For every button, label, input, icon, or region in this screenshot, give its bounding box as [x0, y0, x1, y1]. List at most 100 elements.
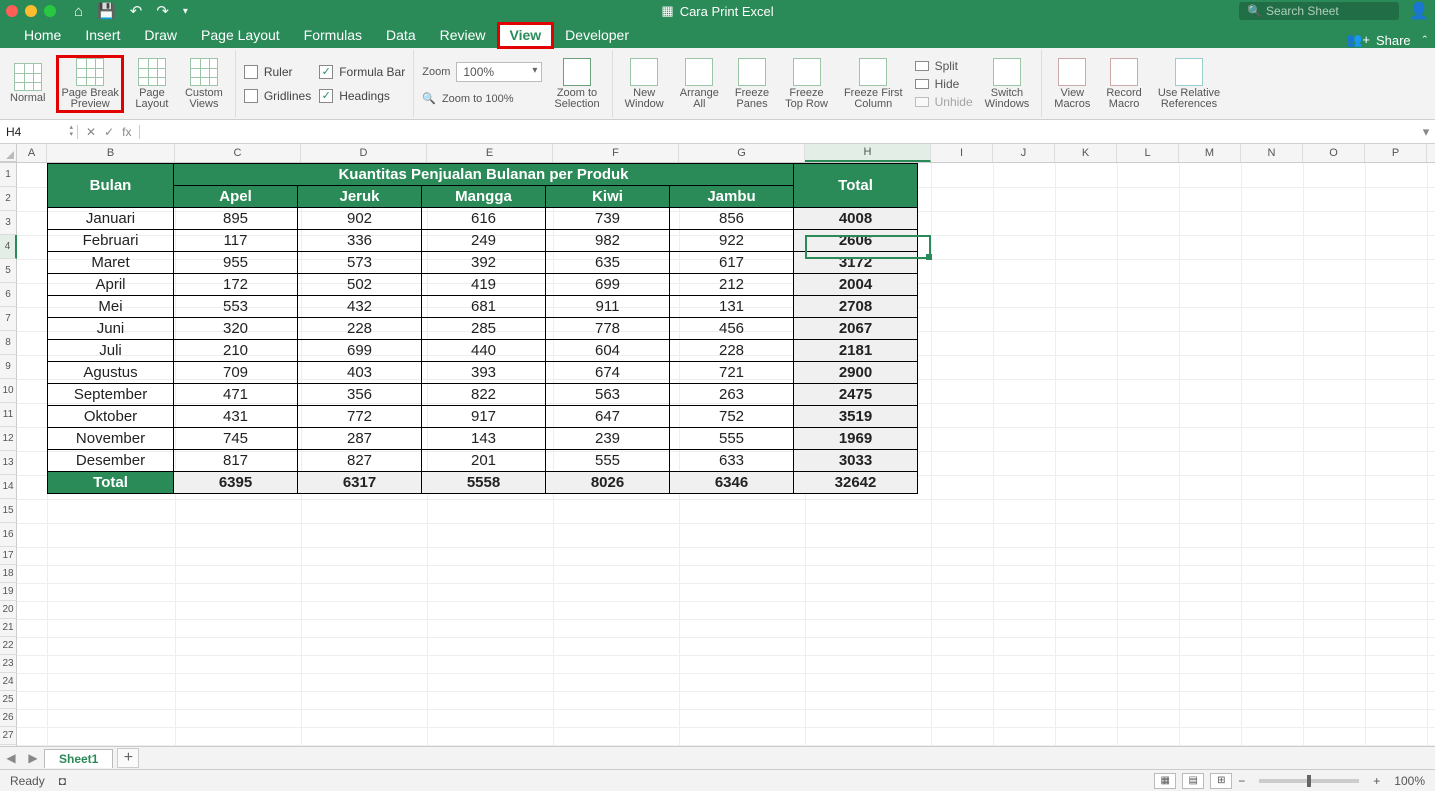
cell-value[interactable]: 635	[546, 252, 670, 274]
row-header[interactable]: 13	[0, 451, 17, 475]
cell-value[interactable]: 616	[422, 208, 546, 230]
cell-value[interactable]: 617	[670, 252, 794, 274]
add-sheet-button[interactable]: +	[117, 748, 139, 768]
row-header[interactable]: 18	[0, 565, 17, 583]
freeze-panes-button[interactable]: Freeze Panes	[731, 56, 773, 112]
name-box[interactable]: H4	[0, 125, 78, 139]
cell-col-total[interactable]: 8026	[546, 472, 670, 494]
sheet-nav-prev-icon[interactable]: ◀	[0, 751, 22, 765]
cell-value[interactable]: 817	[174, 450, 298, 472]
cell-value[interactable]: 895	[174, 208, 298, 230]
cell-value[interactable]: 172	[174, 274, 298, 296]
row-header[interactable]: 17	[0, 547, 17, 565]
cell-month[interactable]: Februari	[48, 230, 174, 252]
ribbon-tab-developer[interactable]: Developer	[553, 23, 641, 48]
split-button[interactable]: Split	[915, 59, 973, 73]
cell-month[interactable]: Oktober	[48, 406, 174, 428]
ribbon-tab-review[interactable]: Review	[428, 23, 498, 48]
cell-value[interactable]: 555	[546, 450, 670, 472]
column-header[interactable]: M	[1179, 144, 1241, 162]
zoom-dropdown[interactable]: 100%	[456, 62, 542, 82]
cell-month[interactable]: Maret	[48, 252, 174, 274]
cell-month[interactable]: April	[48, 274, 174, 296]
cell-value[interactable]: 285	[422, 318, 546, 340]
cell-month[interactable]: Agustus	[48, 362, 174, 384]
column-header[interactable]: E	[427, 144, 553, 162]
row-header[interactable]: 4	[0, 235, 17, 259]
cell-month[interactable]: Juli	[48, 340, 174, 362]
row-header[interactable]: 6	[0, 283, 17, 307]
freeze-top-row-button[interactable]: Freeze Top Row	[781, 56, 832, 112]
cell-value[interactable]: 745	[174, 428, 298, 450]
cell-value[interactable]: 432	[298, 296, 422, 318]
cell-value[interactable]: 471	[174, 384, 298, 406]
cell-value[interactable]: 287	[298, 428, 422, 450]
cell-col-total[interactable]: 6395	[174, 472, 298, 494]
cell-value[interactable]: 263	[670, 384, 794, 406]
cell-value[interactable]: 674	[546, 362, 670, 384]
cell-value[interactable]: 822	[422, 384, 546, 406]
cell-row-total[interactable]: 3172	[794, 252, 918, 274]
cell-col-total[interactable]: 5558	[422, 472, 546, 494]
cell-value[interactable]: 721	[670, 362, 794, 384]
cell-value[interactable]: 827	[298, 450, 422, 472]
close-window-icon[interactable]	[6, 5, 18, 17]
cell-value[interactable]: 553	[174, 296, 298, 318]
cell-value[interactable]: 336	[298, 230, 422, 252]
page-break-switch-icon[interactable]: ⊞	[1210, 773, 1232, 789]
row-header[interactable]: 24	[0, 673, 17, 691]
cell-value[interactable]: 982	[546, 230, 670, 252]
zoom-100-button[interactable]: 🔍 Zoom to 100%	[422, 92, 542, 105]
save-icon[interactable]: 💾	[97, 2, 116, 20]
cell-value[interactable]: 772	[298, 406, 422, 428]
row-header[interactable]: 10	[0, 379, 17, 403]
gridlines-checkbox[interactable]: Gridlines	[244, 89, 311, 103]
cell-value[interactable]: 456	[670, 318, 794, 340]
cell-month[interactable]: Juni	[48, 318, 174, 340]
redo-icon[interactable]: ↷	[156, 2, 169, 20]
cell-value[interactable]: 201	[422, 450, 546, 472]
row-header[interactable]: 14	[0, 475, 17, 499]
zoom-in-button[interactable]: +	[1373, 774, 1380, 788]
cell-value[interactable]: 228	[670, 340, 794, 362]
ribbon-tab-draw[interactable]: Draw	[132, 23, 189, 48]
qat-dropdown-icon[interactable]: ▾	[183, 6, 188, 17]
cell-value[interactable]: 419	[422, 274, 546, 296]
cell-month[interactable]: Desember	[48, 450, 174, 472]
cancel-formula-icon[interactable]: ✕	[86, 125, 96, 139]
cell-value[interactable]: 739	[546, 208, 670, 230]
share-button[interactable]: 👥+ Share ˆ	[1346, 32, 1427, 48]
row-header[interactable]: 2	[0, 187, 17, 211]
cell-value[interactable]: 699	[298, 340, 422, 362]
cell-value[interactable]: 563	[546, 384, 670, 406]
arrange-all-button[interactable]: Arrange All	[676, 56, 723, 112]
cell-row-total[interactable]: 3519	[794, 406, 918, 428]
cell-value[interactable]: 143	[422, 428, 546, 450]
column-header[interactable]: L	[1117, 144, 1179, 162]
formula-bar-expand-icon[interactable]: ▾	[1417, 124, 1435, 140]
row-header[interactable]: 19	[0, 583, 17, 601]
row-header[interactable]: 22	[0, 637, 17, 655]
row-header[interactable]: 21	[0, 619, 17, 637]
cell-value[interactable]: 131	[670, 296, 794, 318]
zoom-to-selection-button[interactable]: Zoom to Selection	[550, 56, 603, 112]
column-header[interactable]: I	[931, 144, 993, 162]
cell-value[interactable]: 709	[174, 362, 298, 384]
column-header[interactable]: K	[1055, 144, 1117, 162]
page-layout-switch-icon[interactable]: ▤	[1182, 773, 1204, 789]
cell-value[interactable]: 856	[670, 208, 794, 230]
cell-row-total[interactable]: 2900	[794, 362, 918, 384]
column-header[interactable]: A	[17, 144, 47, 162]
row-header[interactable]: 9	[0, 355, 17, 379]
cell-value[interactable]: 212	[670, 274, 794, 296]
new-window-button[interactable]: New Window	[621, 56, 668, 112]
row-header[interactable]: 25	[0, 691, 17, 709]
cell-value[interactable]: 320	[174, 318, 298, 340]
row-header[interactable]: 1	[0, 163, 17, 187]
column-header[interactable]: H	[805, 144, 931, 162]
cell-value[interactable]: 922	[670, 230, 794, 252]
normal-view-switch-icon[interactable]: ▦	[1154, 773, 1176, 789]
use-relative-refs-button[interactable]: Use Relative References	[1154, 56, 1224, 112]
cell-month[interactable]: November	[48, 428, 174, 450]
cell-value[interactable]: 573	[298, 252, 422, 274]
